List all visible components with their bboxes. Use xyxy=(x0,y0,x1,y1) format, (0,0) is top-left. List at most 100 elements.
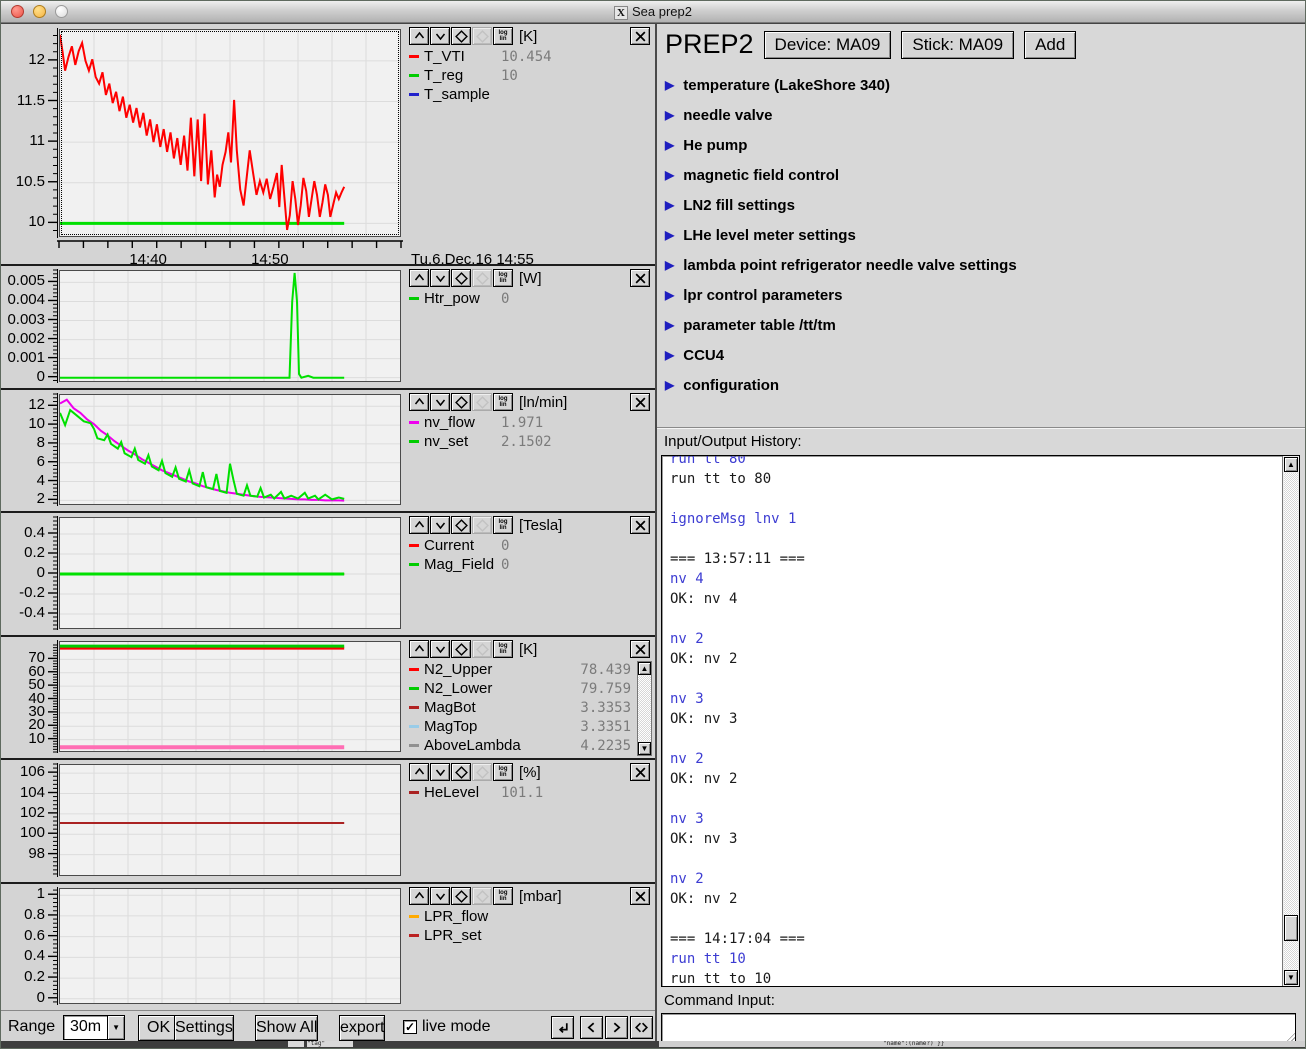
triangle-right-icon[interactable]: ▶ xyxy=(665,288,674,302)
legend-item[interactable]: HeLevel101.1 xyxy=(409,784,649,803)
scroll-down-button[interactable]: ▼ xyxy=(1284,970,1298,985)
expand-range-button[interactable] xyxy=(630,1016,653,1039)
close-chart-button[interactable] xyxy=(630,27,650,45)
auto-scale-disabled-button[interactable] xyxy=(472,640,492,658)
triangle-right-icon[interactable]: ▶ xyxy=(665,378,674,392)
device-button[interactable]: Device: MA09 xyxy=(764,31,892,59)
io-history-scrollbar[interactable]: ▲ ▼ xyxy=(1282,456,1299,986)
legend-item[interactable]: nv_flow1.971 xyxy=(409,414,649,433)
add-button[interactable]: Add xyxy=(1024,31,1076,59)
scale-down-button[interactable] xyxy=(430,887,450,905)
scale-up-button[interactable] xyxy=(409,516,429,534)
tree-item-lhe-level-meter-settings[interactable]: ▶LHe level meter settings xyxy=(665,220,1297,250)
legend-item[interactable]: MagTop3.3351 xyxy=(409,718,649,737)
legend-item[interactable]: Mag_Field0 xyxy=(409,556,649,575)
tree-item-ln2-fill-settings[interactable]: ▶LN2 fill settings xyxy=(665,190,1297,220)
scroll-right-button[interactable] xyxy=(605,1016,628,1039)
legend-item[interactable]: N2_Lower79.759 xyxy=(409,680,649,699)
auto-scale-disabled-button[interactable] xyxy=(472,27,492,45)
close-chart-button[interactable] xyxy=(630,887,650,905)
chevron-down-icon[interactable]: ▼ xyxy=(107,1016,124,1039)
triangle-right-icon[interactable]: ▶ xyxy=(665,228,674,242)
scale-down-button[interactable] xyxy=(430,393,450,411)
settings-button[interactable]: Settings xyxy=(174,1015,234,1041)
legend-item[interactable]: AboveLambda4.2235 xyxy=(409,737,649,756)
plot-area[interactable] xyxy=(59,764,401,876)
legend-scroll-up-button[interactable]: ▲ xyxy=(638,662,651,675)
auto-scale-button[interactable] xyxy=(451,763,471,781)
tree-item-parameter-table-tt-tm[interactable]: ▶parameter table /tt/tm xyxy=(665,310,1297,340)
legend-item[interactable]: T_sample xyxy=(409,86,649,105)
live-mode-checkbox[interactable]: ✓ xyxy=(403,1020,417,1034)
legend-item[interactable]: MagBot3.3353 xyxy=(409,699,649,718)
legend-item[interactable]: nv_set2.1502 xyxy=(409,433,649,452)
legend-scroll-down-button[interactable]: ▼ xyxy=(638,742,651,755)
tree-item-configuration[interactable]: ▶configuration xyxy=(665,370,1297,400)
scale-up-button[interactable] xyxy=(409,27,429,45)
legend-item[interactable]: LPR_flow xyxy=(409,908,649,927)
scale-up-button[interactable] xyxy=(409,640,429,658)
auto-scale-button[interactable] xyxy=(451,516,471,534)
titlebar[interactable]: XSea prep2 xyxy=(1,1,1305,23)
tree-item-lambda-point-refrigerator-needle-valve-settings[interactable]: ▶lambda point refrigerator needle valve … xyxy=(665,250,1297,280)
triangle-right-icon[interactable]: ▶ xyxy=(665,348,674,362)
triangle-right-icon[interactable]: ▶ xyxy=(665,168,674,182)
ok-button[interactable]: OK xyxy=(138,1015,179,1041)
auto-scale-button[interactable] xyxy=(451,887,471,905)
jump-to-now-button[interactable] xyxy=(551,1016,574,1039)
legend-item[interactable]: N2_Upper78.439 xyxy=(409,661,649,680)
command-input[interactable] xyxy=(663,1015,1280,1042)
auto-scale-disabled-button[interactable] xyxy=(472,269,492,287)
scrollbar-track[interactable] xyxy=(1284,473,1298,969)
range-select[interactable]: 30m ▼ xyxy=(63,1015,125,1040)
show-all-button[interactable]: Show All xyxy=(255,1015,318,1041)
log-lin-button[interactable]: loglin xyxy=(493,516,513,534)
triangle-right-icon[interactable]: ▶ xyxy=(665,138,674,152)
scale-down-button[interactable] xyxy=(430,27,450,45)
scale-down-button[interactable] xyxy=(430,763,450,781)
close-chart-button[interactable] xyxy=(630,640,650,658)
tree-item-he-pump[interactable]: ▶He pump xyxy=(665,130,1297,160)
tree-item-ccu4[interactable]: ▶CCU4 xyxy=(665,340,1297,370)
log-lin-button[interactable]: loglin xyxy=(493,393,513,411)
scale-up-button[interactable] xyxy=(409,887,429,905)
plot-area[interactable] xyxy=(59,29,401,237)
log-lin-button[interactable]: loglin xyxy=(493,887,513,905)
auto-scale-disabled-button[interactable] xyxy=(472,516,492,534)
triangle-right-icon[interactable]: ▶ xyxy=(665,78,674,92)
close-chart-button[interactable] xyxy=(630,269,650,287)
plot-area[interactable] xyxy=(59,888,401,1004)
log-lin-button[interactable]: loglin xyxy=(493,27,513,45)
log-lin-button[interactable]: loglin xyxy=(493,640,513,658)
triangle-right-icon[interactable]: ▶ xyxy=(665,258,674,272)
legend-item[interactable]: Current0 xyxy=(409,537,649,556)
legend-scrollbar-track[interactable] xyxy=(638,676,651,741)
legend-item[interactable]: LPR_set xyxy=(409,927,649,946)
plot-area[interactable] xyxy=(59,641,401,752)
triangle-right-icon[interactable]: ▶ xyxy=(665,108,674,122)
plot-area[interactable] xyxy=(59,270,401,382)
log-lin-button[interactable]: loglin xyxy=(493,763,513,781)
triangle-right-icon[interactable]: ▶ xyxy=(665,198,674,212)
scrollbar-thumb[interactable] xyxy=(1284,915,1298,941)
tree-item-needle-valve[interactable]: ▶needle valve xyxy=(665,100,1297,130)
scale-up-button[interactable] xyxy=(409,763,429,781)
close-chart-button[interactable] xyxy=(630,393,650,411)
auto-scale-button[interactable] xyxy=(451,393,471,411)
auto-scale-button[interactable] xyxy=(451,269,471,287)
close-chart-button[interactable] xyxy=(630,516,650,534)
scale-up-button[interactable] xyxy=(409,393,429,411)
auto-scale-button[interactable] xyxy=(451,640,471,658)
tree-item-lpr-control-parameters[interactable]: ▶lpr control parameters xyxy=(665,280,1297,310)
auto-scale-disabled-button[interactable] xyxy=(472,763,492,781)
tree-item-temperature-lakeshore-340[interactable]: ▶temperature (LakeShore 340) xyxy=(665,70,1297,100)
stick-button[interactable]: Stick: MA09 xyxy=(901,31,1014,59)
scroll-up-button[interactable]: ▲ xyxy=(1284,457,1298,472)
auto-scale-button[interactable] xyxy=(451,27,471,45)
close-chart-button[interactable] xyxy=(630,763,650,781)
auto-scale-disabled-button[interactable] xyxy=(472,393,492,411)
scale-up-button[interactable] xyxy=(409,269,429,287)
command-input-box[interactable] xyxy=(661,1013,1296,1044)
scale-down-button[interactable] xyxy=(430,640,450,658)
auto-scale-disabled-button[interactable] xyxy=(472,887,492,905)
